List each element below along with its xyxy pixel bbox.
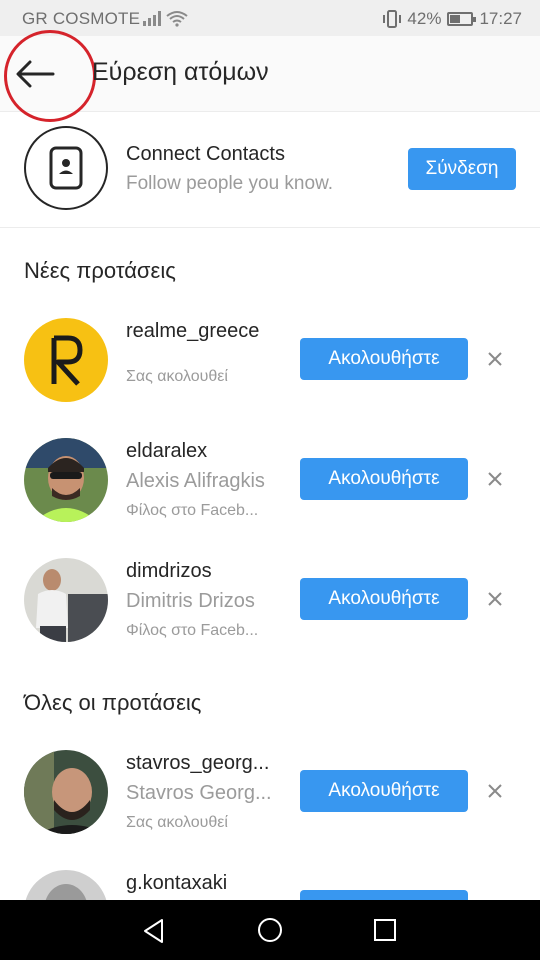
- full-name: Dimitris Drizos: [126, 590, 255, 612]
- follow-context: Φίλος στο Faceb...: [126, 622, 259, 639]
- username[interactable]: stavros_georg...: [126, 752, 269, 775]
- carrier-name: GR COSMOTE: [22, 9, 141, 28]
- avatar[interactable]: [24, 558, 108, 642]
- section-all-suggestions: Όλες οι προτάσεις: [24, 690, 202, 715]
- back-button[interactable]: [10, 52, 60, 96]
- full-name: Stavros Georg...: [126, 782, 272, 804]
- battery-percent: 42%: [407, 9, 442, 28]
- status-bar: GR COSMOTE 42% 17:27: [0, 0, 540, 36]
- header: Εύρεση ατόμων: [0, 30, 540, 122]
- username[interactable]: realme_greece: [126, 320, 259, 343]
- connect-title: Connect Contacts: [126, 143, 285, 165]
- close-icon[interactable]: [484, 468, 506, 490]
- back-arrow-icon: [16, 60, 55, 88]
- avatar[interactable]: [24, 318, 108, 402]
- vibrate-icon: [383, 10, 402, 28]
- connect-button[interactable]: Σύνδεση: [408, 148, 516, 190]
- follow-context: Σας ακολουθεί: [126, 368, 228, 385]
- follow-context: Φίλος στο Faceb...: [126, 502, 259, 519]
- avatar[interactable]: [24, 750, 108, 834]
- suggestion-row[interactable]: stavros_georg... Stavros Georg... Σας ακ…: [0, 750, 540, 850]
- username[interactable]: eldaralex: [126, 440, 207, 463]
- connect-contacts-card: Connect Contacts Follow people you know.…: [0, 112, 540, 228]
- username[interactable]: g.kontaxaki: [126, 872, 227, 895]
- suggestion-row[interactable]: g.kontaxaki: [0, 870, 540, 900]
- section-new-suggestions: Νέες προτάσεις: [24, 258, 176, 283]
- follow-button[interactable]: [300, 890, 468, 900]
- suggestion-row[interactable]: eldaralex Alexis Alifragkis Φίλος στο Fa…: [0, 438, 540, 538]
- follow-button[interactable]: Ακολουθήστε: [300, 578, 468, 620]
- username[interactable]: dimdrizos: [126, 560, 212, 583]
- suggestion-row[interactable]: realme_greece Σας ακολουθεί Ακολουθήστε: [0, 318, 540, 418]
- follow-button[interactable]: Ακολουθήστε: [300, 338, 468, 380]
- suggestion-row[interactable]: dimdrizos Dimitris Drizos Φίλος στο Face…: [0, 558, 540, 658]
- avatar[interactable]: [24, 438, 108, 522]
- battery-icon: [447, 12, 477, 26]
- page-title: Εύρεση ατόμων: [92, 58, 269, 86]
- back-triangle-icon[interactable]: [142, 918, 166, 944]
- close-icon[interactable]: [484, 348, 506, 370]
- system-navigation-bar: [0, 900, 540, 960]
- home-circle-icon[interactable]: [257, 917, 283, 943]
- full-name: Alexis Alifragkis: [126, 470, 265, 492]
- follow-button[interactable]: Ακολουθήστε: [300, 770, 468, 812]
- signal-wifi-icons: [143, 9, 189, 32]
- signal-icon: [143, 11, 188, 27]
- follow-context: Σας ακολουθεί: [126, 814, 228, 831]
- connect-subtitle: Follow people you know.: [126, 173, 334, 194]
- avatar[interactable]: [24, 870, 108, 900]
- clock: 17:27: [479, 9, 522, 28]
- close-icon[interactable]: [484, 780, 506, 802]
- follow-button[interactable]: Ακολουθήστε: [300, 458, 468, 500]
- recents-square-icon[interactable]: [373, 918, 397, 942]
- contacts-icon: [24, 126, 108, 210]
- close-icon[interactable]: [484, 588, 506, 610]
